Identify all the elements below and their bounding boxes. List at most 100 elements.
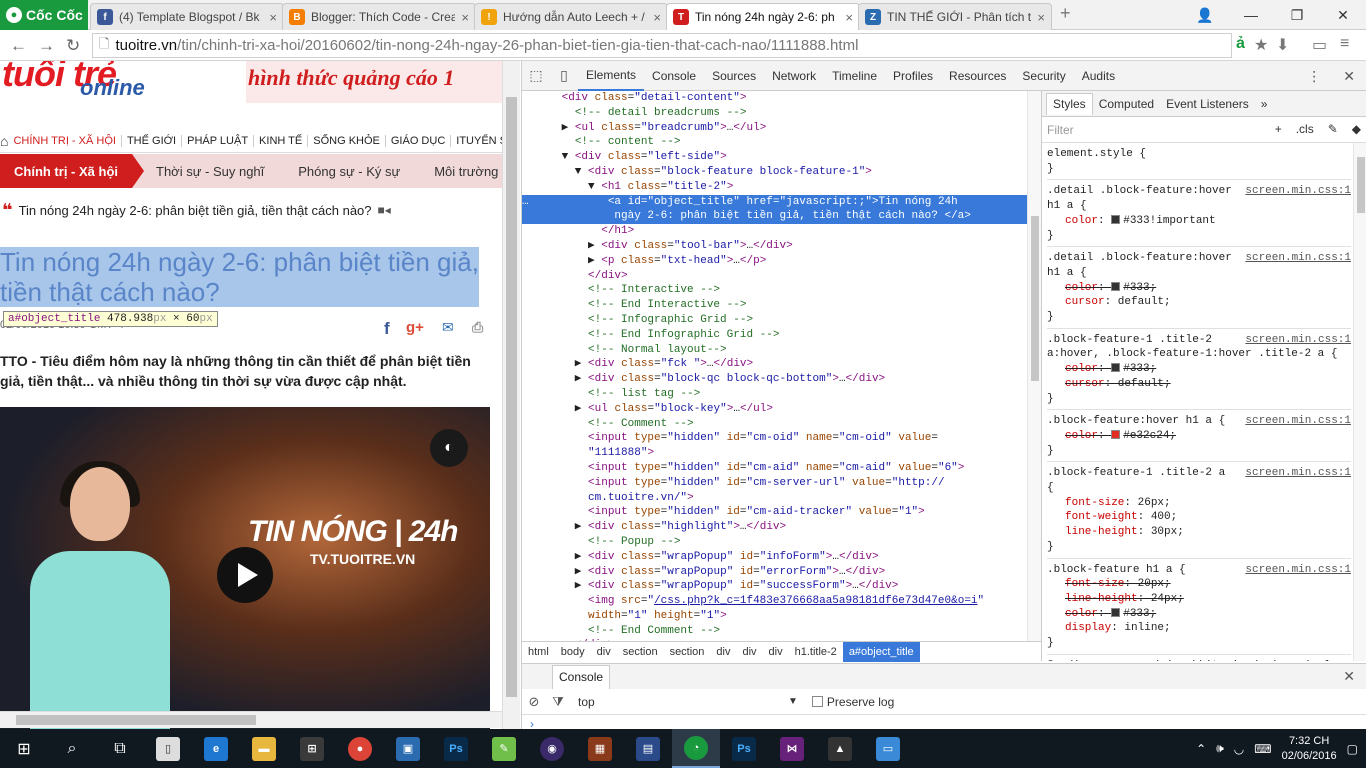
top-nav-item[interactable]: PHÁP LUẬT [182,134,255,147]
dom-node-line[interactable]: ▶ <p class="txt-head">…</p> [522,254,1027,269]
winrar-icon[interactable]: ▦ [576,729,624,768]
css-rule[interactable]: .block-feature h1 a {screen.min.css:1 fon… [1047,559,1351,655]
dom-node-line[interactable]: <!-- list tag --> [522,387,1027,402]
dom-node-line[interactable]: ▶ <div class="wrapPopup" id="errorForm">… [522,565,1027,580]
devtools-tab-timeline[interactable]: Timeline [824,61,885,91]
color-swatch-icon[interactable] [1111,214,1121,224]
file-explorer-icon[interactable]: ▬ [240,729,288,768]
dom-node-line[interactable]: ▶ <ul class="block-key">…</ul> [522,402,1027,417]
dom-node-line[interactable]: <input type="hidden" id="cm-server-url" … [522,476,1027,491]
close-tab-icon[interactable]: × [653,10,661,25]
url-field[interactable]: 🗋 tuoitre.vn/tin/chinh-tri-xa-hoi/201606… [92,33,1232,58]
top-nav-item[interactable]: ITUYỂN SINH [451,135,502,147]
hotline-text[interactable]: Tin nóng 24h ngày 2-6: phân biệt tiền gi… [19,203,372,218]
devtools-tab-console[interactable]: Console [644,61,704,91]
css-source-link[interactable]: screen.min.css:1 [1245,466,1351,481]
css-rule[interactable]: .block-feature-1 .title-2 a:hover, .block… [1047,329,1351,411]
article-title[interactable]: Tin nóng 24h ngày 2-6: phân biệt tiền gi… [0,247,490,307]
preserve-log-checkbox[interactable]: Preserve log [811,695,894,709]
css-rule[interactable]: @media screen and (-webkit-min-device-pi… [1047,655,1351,661]
inspect-element-icon[interactable]: ⬚ [522,67,550,84]
user-icon[interactable]: 👤 [1182,0,1228,30]
top-nav-item[interactable]: GIÁO DỤC [386,134,452,147]
reload-icon[interactable]: ↻ [66,36,80,56]
filter-icon[interactable]: ⧩ [546,694,570,710]
dom-node-line[interactable]: ngày 2-6: phân biệt tiền giả, tiền thật … [522,209,1027,225]
css-rule[interactable]: .detail .block-feature:hover h1 a {screen… [1047,180,1351,248]
css-source-link[interactable]: screen.min.css:1 [1245,563,1351,578]
devtools-tab-network[interactable]: Network [764,61,824,91]
file-icon[interactable]: ▯ [144,729,192,768]
browser-tab[interactable]: ! Hướng dẫn Auto Leech + / × [474,3,668,30]
more-tabs-icon[interactable]: » [1255,97,1274,111]
devtools-tab-profiles[interactable]: Profiles [885,61,941,91]
close-tab-icon[interactable]: × [1037,10,1045,25]
css-rule[interactable]: .block-feature:hover h1 a {screen.min.cs… [1047,410,1351,463]
device-mode-icon[interactable]: ▯ [550,67,578,84]
play-icon[interactable] [217,547,273,603]
dom-node-line[interactable]: … <a id="object_title" href="javascript:… [522,194,1027,210]
css-rules[interactable]: element.style {} .detail .block-feature:h… [1042,143,1366,661]
styles-subtab[interactable]: Styles [1046,92,1093,115]
dom-node-line[interactable]: <!-- detail breadcrums --> [522,106,1027,121]
devtools-tab-resources[interactable]: Resources [941,61,1014,91]
volume-icon[interactable]: 🕪 [1216,741,1224,756]
dom-node-line[interactable]: </div> [522,269,1027,284]
close-drawer-icon[interactable]: ✕ [1343,668,1355,685]
breadcrumb-item[interactable]: body [555,646,591,658]
dom-node-line[interactable]: <div class="detail-content"> [522,91,1027,106]
search-icon[interactable]: ⌕ [48,729,96,768]
close-devtools-icon[interactable]: ✕ [1343,68,1355,85]
photos-icon[interactable]: ▲ [816,729,864,768]
visual-studio-icon[interactable]: ⋈ [768,729,816,768]
dom-node-line[interactable]: <img src="/css.php?k_c=1f483e376668aa5a9… [522,594,1027,609]
css-source-link[interactable]: screen.min.css:1 [1245,333,1351,348]
breadcrumb-item[interactable]: div [710,646,736,658]
dom-node-line[interactable]: ▶ <div class="wrapPopup" id="infoForm">…… [522,550,1027,565]
dom-node-line[interactable]: <!-- Interactive --> [522,283,1027,298]
top-nav-item[interactable]: KINH TẾ [254,134,309,147]
dom-node-line[interactable]: </h1> [522,224,1027,239]
back-icon[interactable]: ← [10,36,27,56]
top-nav-item[interactable]: SỐNG KHỎE [308,134,386,147]
styles-scrollbar[interactable] [1353,143,1366,661]
close-tab-icon[interactable]: × [269,10,277,25]
color-swatch-icon[interactable] [1111,363,1121,373]
ad-banner[interactable]: hình thức quảng cáo 1 [246,61,502,103]
dom-node-line[interactable]: "1111888"> [522,446,1027,461]
close-tab-icon[interactable]: × [461,10,469,25]
color-swatch-icon[interactable] [1111,281,1121,291]
menu-icon[interactable]: ≡ [1340,35,1349,53]
video-toggle-icon[interactable]: ◐ [430,429,468,467]
save-app-icon[interactable]: ▤ [624,729,672,768]
dom-node-line[interactable]: ▶ <div class="wrapPopup" id="successForm… [522,579,1027,594]
dom-node-line[interactable]: <!-- Comment --> [522,417,1027,432]
css-source-link[interactable]: screen.min.css:1 [1245,251,1351,266]
more-options-icon[interactable]: ⋮ [1307,68,1321,85]
browser-tab[interactable]: Z TIN THẾ GIỚI - Phân tích t × [858,3,1052,30]
breadcrumb-item[interactable]: section [664,646,711,658]
forward-icon[interactable]: → [38,36,55,56]
page-info-icon[interactable]: 🗋 [99,35,109,57]
language-icon[interactable]: ⌨ [1254,742,1271,756]
dom-node-line[interactable]: <input type="hidden" id="cm-aid-tracker"… [522,505,1027,520]
top-nav-item[interactable]: THẾ GIỚI [122,134,183,147]
dom-node-line[interactable]: ▶ <div class="tool-bar">…</div> [522,239,1027,254]
email-icon[interactable]: ✉ [442,319,454,336]
network-icon[interactable]: ◡ [1234,742,1244,756]
console-context-select[interactable]: top [578,695,788,709]
color-swatch-icon[interactable] [1111,607,1121,617]
cast-icon[interactable]: ▭ [1312,35,1327,55]
clock[interactable]: 7:32 CH 02/06/2016 [1282,734,1337,764]
dom-node-line[interactable]: ▼ <div class="left-side"> [522,150,1027,165]
dom-node-line[interactable]: ▶ <div class="highlight">…</div> [522,520,1027,535]
devtools-tab-security[interactable]: Security [1014,61,1073,91]
close-tab-icon[interactable]: × [845,10,853,25]
google-plus-icon[interactable]: g+ [406,319,424,336]
dom-node-line[interactable]: <!-- content --> [522,135,1027,150]
dom-node-line[interactable]: <!-- End Infographic Grid --> [522,328,1027,343]
minimize-button[interactable]: — [1228,0,1274,30]
dom-node-line[interactable]: <input type="hidden" id="cm-aid" name="c… [522,461,1027,476]
elements-scrollbar[interactable] [1027,91,1041,641]
task-view-icon[interactable]: ⧉ [96,729,144,768]
